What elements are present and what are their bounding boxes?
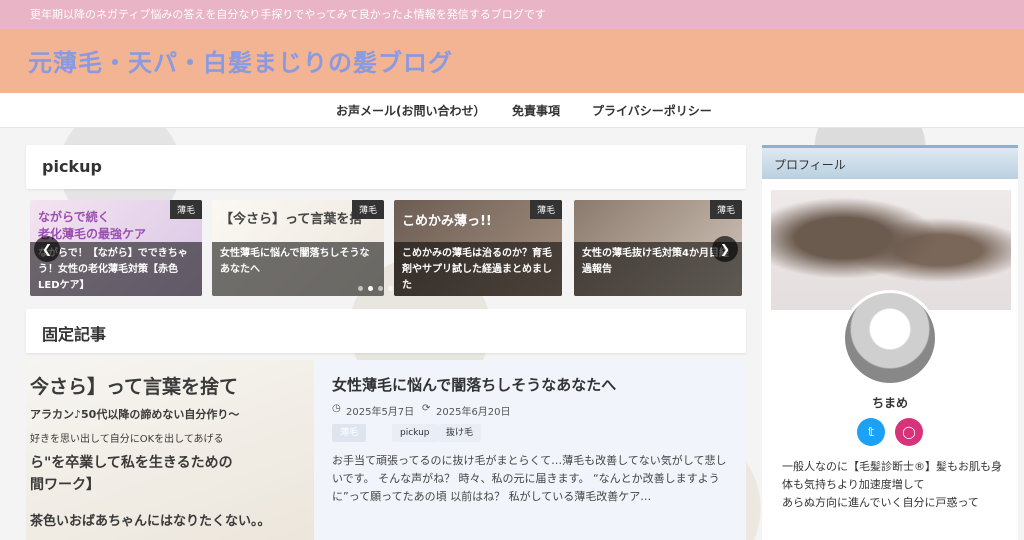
sidebar-profile-widget: プロフィール ちまめ 𝕥 ◯ 一般人なのに【毛髪診断士®】髪もお肌も身体も気持ち… [762,145,1018,540]
slide-overlay-text: 【今さら】って言葉を捨 [220,212,363,227]
tag-chip[interactable]: pickup [392,424,438,442]
thumbnail-text: 好きを思い出して自分にOKを出してあげる [30,434,224,445]
profile-heading: プロフィール [762,145,1018,179]
slide-category-badge: 薄毛 [351,200,384,219]
pickup-title: pickup [42,157,102,176]
site-title[interactable]: 元薄毛・天パ・白髪まじりの髪ブログ [28,43,453,78]
slide-caption: こめかみの薄毛は治るのか？育毛剤やサプリ試した経過まとめました [394,242,562,296]
tag-chip[interactable]: 抜け毛 [438,424,482,442]
featured-article-excerpt: お手当て頑張ってるのに抜け毛がまとらくて…薄毛も改善してない気がして悲しいです。… [332,454,727,503]
published-date: 2025年5月7日 [346,407,415,418]
profile-name: ちまめ [871,396,908,410]
thumbnail-text: 間ワーク】 [30,477,100,493]
twitter-icon[interactable]: 𝕥 [857,418,885,446]
slide-category-badge: 薄毛 [169,200,202,219]
featured-article-title[interactable]: 女性薄毛に悩んで闇落ちしそうなあなたへ [332,374,616,395]
chevron-left-icon[interactable]: ❮ [34,236,60,262]
slide-category-badge: 薄毛 [529,200,562,219]
featured-article-card[interactable]: 今さら】って言葉を捨て アラカン♪50代以降の諦めない自分作り～ 好きを思い出し… [26,360,746,540]
slider-dot-active[interactable] [368,286,373,291]
nav-item-disclaimer[interactable]: 免責事項 [512,102,560,119]
refresh-icon: ⟳ [422,403,431,414]
thumbnail-text: 茶色いおばあちゃんにはなりたくない。。 [30,514,271,529]
tagline-bar: 更年期以降のネガティブ悩みの答えを自分なり手探りでやってみて良かったよ情報を発信… [0,0,1024,29]
site-header: 元薄毛・天パ・白髪まじりの髪ブログ [0,29,1024,93]
chevron-right-icon[interactable]: ❯ [712,236,738,262]
profile-text: 一般人なのに【毛髪診断士®】髪もお肌も身体も気持ちより加速度増して あらぬ方向に… [782,460,1002,509]
slider-dot[interactable] [378,286,383,291]
category-chip[interactable]: 薄毛 [332,424,367,442]
thumbnail-text: 今さら】って言葉を捨て [30,376,239,398]
slider-dot[interactable] [388,286,393,291]
slide-overlay-text: ながらで続く 老化薄毛の最強ケア [38,210,147,241]
thumbnail-text: ら"を卒業して私を生きるための [30,455,233,471]
pickup-slide[interactable]: こめかみ薄っ!! 薄毛 こめかみの薄毛は治るのか？育毛剤やサプリ試した経過まとめ… [394,200,562,296]
tagline: 更年期以降のネガティブ悩みの答えを自分なり手探りでやってみて良かったよ情報を発信… [30,8,546,21]
thumbnail-text: アラカン♪50代以降の諦めない自分作り～ [30,408,240,421]
clock-icon: ◷ [332,403,341,414]
profile-heading-text: プロフィール [774,158,846,172]
nav-item-contact[interactable]: お声メール(お問い合わせ） [336,102,486,119]
pickup-heading-card: pickup [26,145,746,189]
global-nav: お声メール(お問い合わせ） 免責事項 プライバシーポリシー [0,93,1024,128]
slide-category-badge: 薄毛 [709,200,742,219]
slider-dot[interactable] [358,286,363,291]
updated-date: 2025年6月20日 [436,407,511,418]
avatar [842,290,938,386]
slide-overlay-text: こめかみ薄っ!! [402,214,492,229]
fixed-title: 固定記事 [42,325,107,344]
pickup-slide[interactable]: 【今さら】って言葉を捨 薄毛 女性薄毛に悩んで闇落ちしそうなあなたへ [212,200,384,296]
instagram-icon[interactable]: ◯ [895,418,923,446]
nav-item-privacy-policy[interactable]: プライバシーポリシー [592,102,712,119]
fixed-heading-card: 固定記事 [26,309,746,353]
featured-article-thumbnail[interactable]: 今さら】って言葉を捨て アラカン♪50代以降の諦めない自分作り～ 好きを思い出し… [26,360,314,540]
